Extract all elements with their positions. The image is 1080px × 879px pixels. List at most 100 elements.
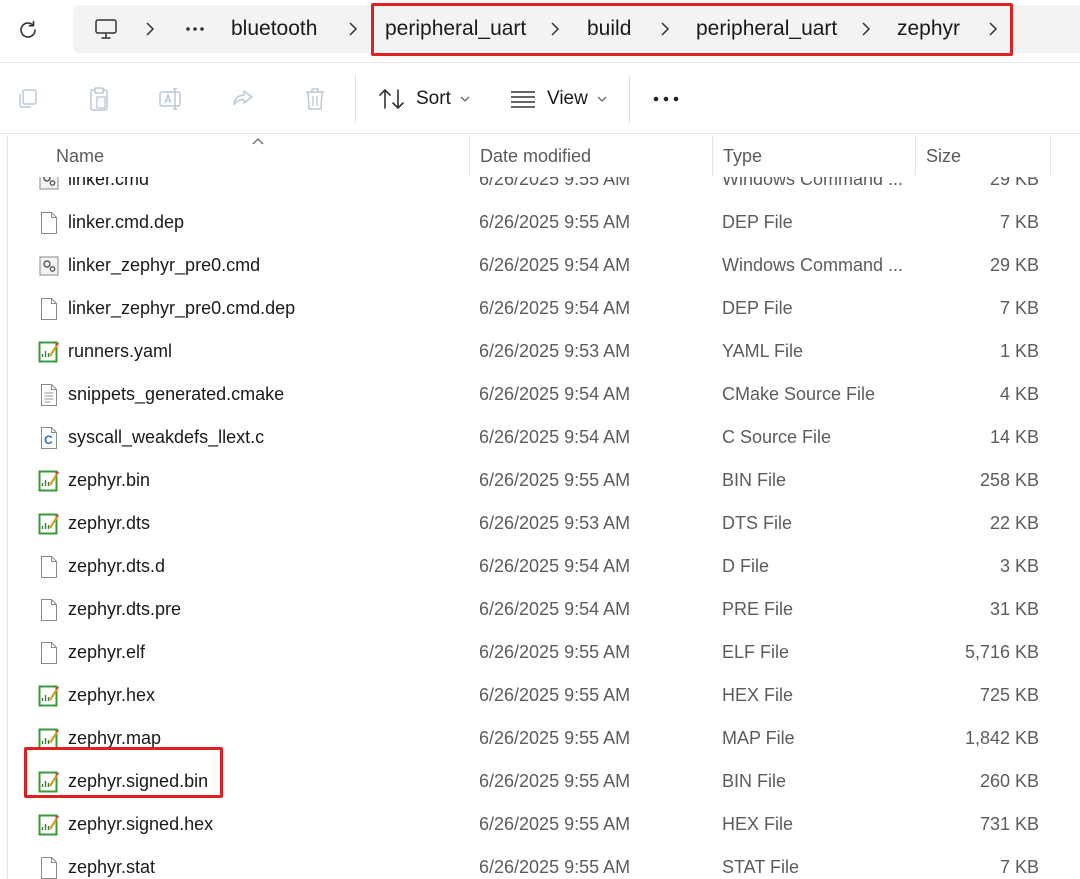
file-row[interactable]: zephyr.dts.d 6/26/2025 9:54 AM D File 3 KB [0,545,1080,588]
blank-file-icon [38,846,60,879]
view-button[interactable]: View [509,81,608,117]
column-divider[interactable] [1050,135,1051,175]
svg-text:C: C [44,433,53,447]
file-size: 258 KB [979,470,1039,490]
file-name: zephyr.signed.hex [68,814,214,834]
file-row[interactable]: zephyr.dts.pre 6/26/2025 9:54 AM PRE File 3… [0,588,1080,631]
notepadpp-file-icon [38,717,60,760]
refresh-icon[interactable] [8,10,48,50]
file-date-modified: 6/26/2025 9:55 AM [479,212,631,232]
file-name: zephyr.bin [68,470,151,490]
file-row[interactable]: zephyr.dts 6/26/2025 9:53 AM DTS File 22 KB [0,502,1080,545]
file-type: BIN File [722,470,787,490]
file-type: DTS File [722,513,793,533]
file-size: 725 KB [979,685,1039,705]
this-pc-icon[interactable] [92,14,120,44]
file-size: 3 KB [999,556,1039,576]
file-date-modified: 6/26/2025 9:54 AM [479,384,631,404]
file-row[interactable]: zephyr.signed.hex 6/26/2025 9:55 AM HEX Fi… [0,803,1080,846]
file-type: STAT File [722,857,800,877]
file-row[interactable]: linker_zephyr_pre0.cmd.dep 6/26/2025 9:54… [0,287,1080,330]
chevron-right-icon[interactable] [857,14,875,44]
text-file-icon [38,373,60,416]
file-date-modified: 6/26/2025 9:53 AM [479,513,631,533]
file-type: CMake Source File [722,384,876,404]
file-name: runners.yaml [68,341,173,361]
blank-file-icon [38,287,60,330]
crumb-bluetooth[interactable]: bluetooth [231,14,317,44]
file-row[interactable]: zephyr.signed.bin 6/26/2025 9:55 AM BIN Fi… [0,760,1080,803]
file-name: zephyr.elf [68,642,146,662]
file-size: 22 KB [989,513,1039,533]
file-date-modified: 6/26/2025 9:54 AM [479,599,631,619]
chevron-right-icon[interactable] [141,14,159,44]
file-list[interactable]: linker.cmd 6/26/2025 9:55 AM Windows Comma… [0,177,1080,879]
file-size: 7 KB [999,212,1039,232]
chevron-down-icon [460,96,470,102]
chevron-right-icon[interactable] [984,14,1002,44]
file-row[interactable]: zephyr.stat 6/26/2025 9:55 AM STAT File 7 K… [0,846,1080,879]
file-date-modified: 6/26/2025 9:54 AM [479,255,631,275]
file-row[interactable]: zephyr.elf 6/26/2025 9:55 AM ELF File 5,716… [0,631,1080,674]
file-size: 4 KB [999,384,1039,404]
chevron-down-icon [597,96,607,102]
sort-label: Sort [416,88,451,109]
crumb-zephyr[interactable]: zephyr [897,14,960,44]
file-size: 7 KB [999,298,1039,318]
blank-file-icon [38,201,60,244]
file-size: 731 KB [979,814,1039,834]
command-bar: Sort View [0,62,1080,134]
file-size: 7 KB [999,857,1039,877]
file-type: ELF File [722,642,790,662]
notepadpp-file-icon [38,760,60,803]
file-date-modified: 6/26/2025 9:55 AM [479,685,631,705]
sort-ascending-icon [251,133,265,145]
rename-icon[interactable] [157,85,185,113]
crumb-peripheral-uart[interactable]: peripheral_uart [385,14,526,44]
file-name: linker.cmd [68,177,150,189]
file-date-modified: 6/26/2025 9:54 AM [479,427,631,447]
file-row[interactable]: linker_zephyr_pre0.cmd 6/26/2025 9:54 AM W… [0,244,1080,287]
address-bar: bluetooth peripheral_uart build peripher… [0,0,1080,62]
notepadpp-file-icon [38,502,60,545]
more-crumbs-icon[interactable] [183,14,207,44]
file-type: HEX File [722,685,794,705]
cmd-file-icon [38,244,60,287]
file-name: zephyr.signed.bin [68,771,209,791]
file-row[interactable]: linker.cmd 6/26/2025 9:55 AM Windows Comma… [0,177,1080,201]
crumb-build[interactable]: build [587,14,631,44]
column-header-size[interactable]: Size [916,135,1050,177]
file-type: DEP File [722,212,793,232]
file-row[interactable]: runners.yaml 6/26/2025 9:53 AM YAML File 1 … [0,330,1080,373]
chevron-right-icon[interactable] [546,14,564,44]
column-header-date[interactable]: Date modified [470,135,712,177]
notepadpp-file-icon [38,330,60,373]
delete-icon[interactable] [301,85,329,113]
file-name: zephyr.dts [68,513,151,533]
file-row[interactable]: zephyr.bin 6/26/2025 9:55 AM BIN File 258 K… [0,459,1080,502]
chevron-right-icon[interactable] [344,14,362,44]
paste-icon[interactable] [85,85,113,113]
chevron-right-icon[interactable] [656,14,674,44]
sort-button[interactable]: Sort [378,81,471,117]
file-type: BIN File [722,771,787,791]
share-icon[interactable] [229,85,257,113]
file-row[interactable]: zephyr.map 6/26/2025 9:55 AM MAP File 1,842… [0,717,1080,760]
file-date-modified: 6/26/2025 9:55 AM [479,814,631,834]
file-size: 1,842 KB [964,728,1039,748]
toolbar-divider [629,75,630,123]
file-row[interactable]: zephyr.hex 6/26/2025 9:55 AM HEX File 725 K… [0,674,1080,717]
file-size: 29 KB [989,177,1039,189]
file-date-modified: 6/26/2025 9:54 AM [479,298,631,318]
file-row[interactable]: Csyscall_weakdefs_llext.c 6/26/2025 9:54 … [0,416,1080,459]
column-header-type[interactable]: Type [713,135,915,177]
file-size: 1 KB [999,341,1039,361]
crumb-peripheral-uart-2[interactable]: peripheral_uart [696,14,837,44]
file-type: Windows Command ... [722,177,904,189]
file-row[interactable]: snippets_generated.cmake 6/26/2025 9:54 A… [0,373,1080,416]
file-row[interactable]: linker.cmd.dep 6/26/2025 9:55 AM DEP File 7… [0,201,1080,244]
view-label: View [547,88,588,109]
copy-icon[interactable] [14,85,42,113]
more-options-icon[interactable] [652,85,680,113]
notepadpp-file-icon [38,459,60,502]
